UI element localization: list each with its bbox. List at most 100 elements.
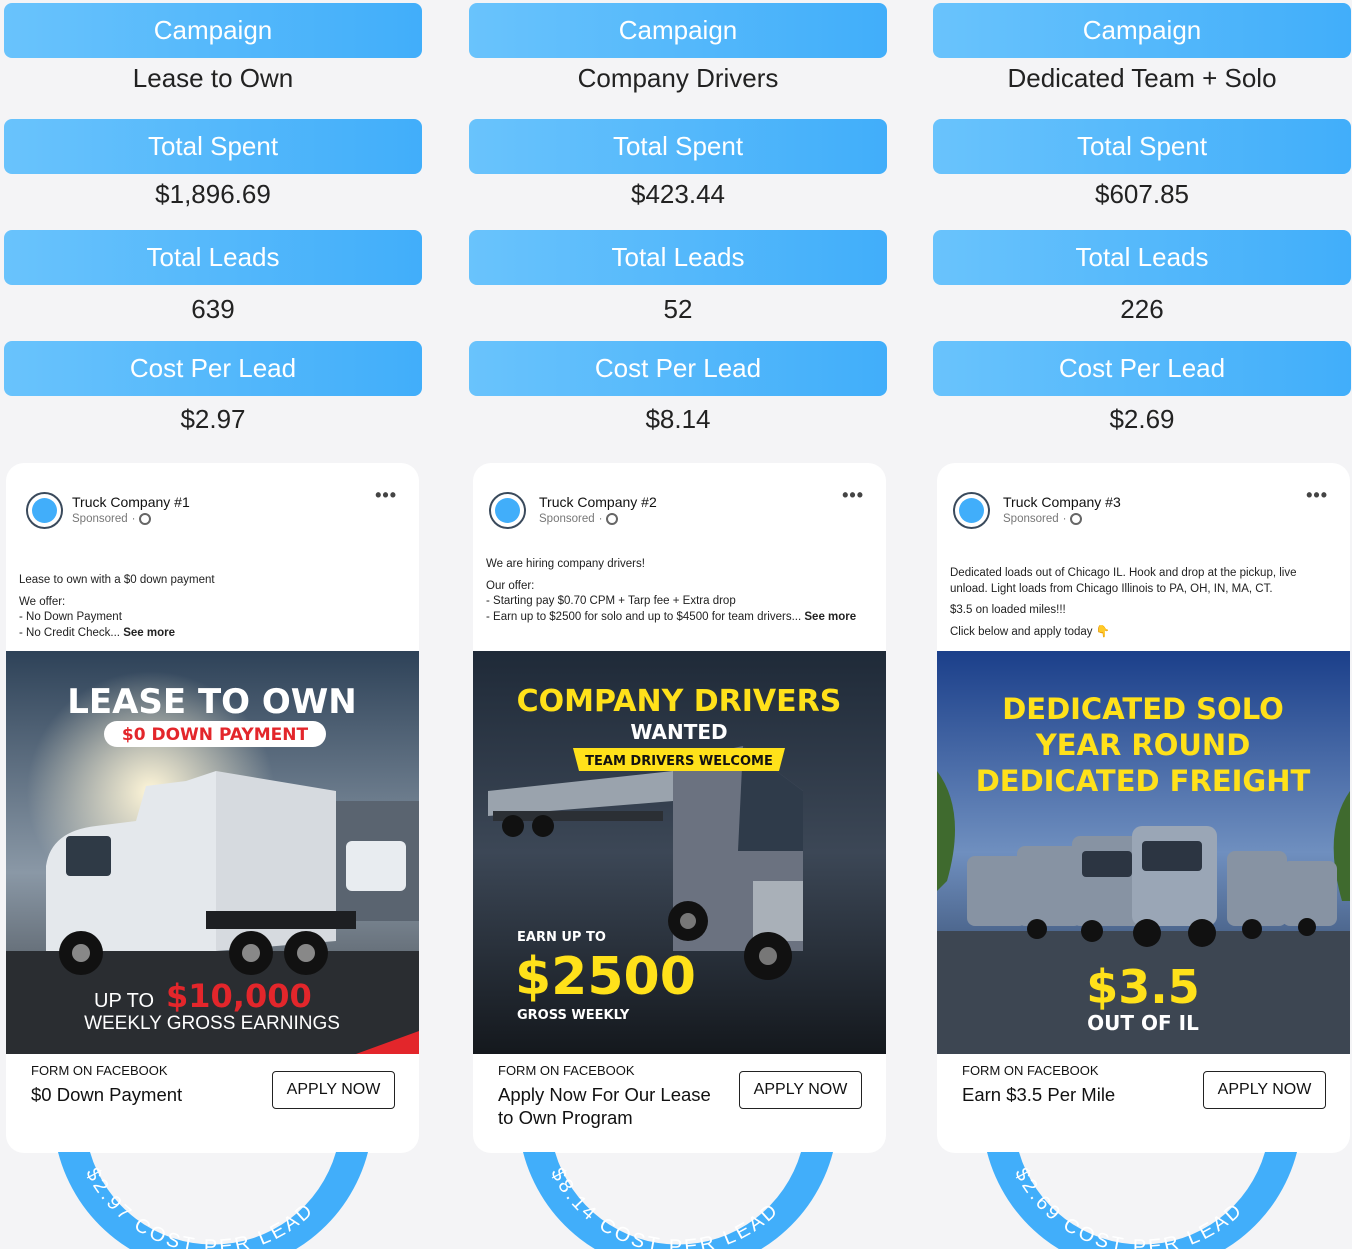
dot-separator: · (1062, 513, 1067, 525)
post-line: Our offer: (486, 579, 535, 592)
company-drivers-truck-image: COMPANY DRIVERS WANTED TEAM DRIVERS WELC… (473, 651, 886, 1054)
ad-headline: Apply Now For Our Lease to Own Program (498, 1084, 711, 1128)
post-line: - Starting pay $0.70 CPM + Tarp fee + Ex… (486, 595, 736, 607)
creative-subtitle: WANTED (630, 720, 727, 744)
creative-title: COMPANY DRIVERS (517, 684, 842, 719)
creative-amount: $3.5 (1086, 960, 1200, 1014)
globe-icon (606, 513, 619, 525)
total-leads-value: 52 (663, 294, 693, 324)
form-label: FORM ON FACEBOOK (498, 1063, 635, 1078)
creative-amount: $10,000 (166, 977, 312, 1015)
creative-upto: UP TO (94, 990, 154, 1012)
dot-separator: · (598, 513, 603, 525)
sponsored-label: Sponsored · (72, 513, 152, 525)
apply-now-button[interactable]: APPLY NOW (272, 1071, 395, 1109)
creative-footer: GROSS WEEKLY (517, 1008, 630, 1023)
creative-earn-label: EARN UP TO (517, 930, 606, 945)
total-spent-value: $423.44 (631, 179, 725, 209)
total-spent-value: $1,896.69 (155, 179, 271, 209)
cost-per-lead-header: Cost Per Lead (469, 341, 887, 396)
page-name[interactable]: Truck Company #2 (539, 494, 657, 510)
cost-per-lead-header: Cost Per Lead (4, 341, 422, 396)
globe-icon (1070, 513, 1083, 525)
sponsored-text: Sponsored (72, 513, 128, 525)
total-leads-value: 226 (1120, 294, 1164, 324)
total-spent-header: Total Spent (933, 119, 1351, 174)
creative-footer: OUT OF IL (1087, 1011, 1199, 1035)
creative-subtitle-2: DEDICATED FREIGHT (976, 764, 1311, 798)
total-leads-header: Total Leads (469, 230, 887, 285)
sponsored-label: Sponsored · (539, 513, 619, 525)
cost-per-lead-value: $2.97 (180, 404, 246, 434)
more-options-icon[interactable]: ••• (1306, 485, 1328, 506)
sponsored-text: Sponsored (539, 513, 595, 525)
cost-per-lead-badge: $8.14 COST PER LEAD (523, 1152, 833, 1249)
post-line: Lease to own with a $0 down payment (19, 574, 215, 586)
facebook-ad-card[interactable]: Truck Company #2 Sponsored · ••• We are … (473, 463, 886, 1153)
form-label: FORM ON FACEBOOK (962, 1063, 1099, 1078)
more-options-icon[interactable]: ••• (842, 485, 864, 506)
total-leads-value: 639 (191, 294, 235, 324)
facebook-ad-card[interactable]: Truck Company #1 Sponsored · ••• Lease t… (6, 463, 419, 1153)
page-name[interactable]: Truck Company #3 (1003, 494, 1121, 510)
creative-subtitle: $0 DOWN PAYMENT (122, 725, 309, 745)
post-line: - No Down Payment (19, 611, 122, 623)
campaign-column-3: Campaign Dedicated Team + Solo Total Spe… (929, 0, 1351, 1249)
ad-creative-image[interactable]: DEDICATED SOLO YEAR ROUND DEDICATED FREI… (937, 651, 1350, 1054)
creative-footer: WEEKLY GROSS EARNINGS (84, 1013, 340, 1034)
campaign-header: Campaign (933, 3, 1351, 58)
campaign-header: Campaign (4, 3, 422, 58)
cost-per-lead-header: Cost Per Lead (933, 341, 1351, 396)
campaign-header: Campaign (469, 3, 887, 58)
post-line: Click below and apply today 👇 (950, 625, 1111, 638)
globe-icon (139, 513, 152, 525)
post-text: We are hiring company drivers! Our offer… (486, 557, 872, 625)
ad-creative-image[interactable]: COMPANY DRIVERS WANTED TEAM DRIVERS WELC… (473, 651, 886, 1054)
apply-now-button[interactable]: APPLY NOW (1203, 1071, 1326, 1109)
page-avatar[interactable] (26, 492, 63, 529)
post-text: Dedicated loads out of Chicago IL. Hook … (950, 566, 1336, 640)
cost-per-lead-value: $2.69 (1109, 404, 1175, 434)
creative-banner: TEAM DRIVERS WELCOME (585, 754, 773, 769)
page-avatar[interactable] (489, 492, 526, 529)
campaign-name: Dedicated Team + Solo (1007, 63, 1277, 93)
sponsored-label: Sponsored · (1003, 513, 1083, 525)
apply-now-button[interactable]: APPLY NOW (739, 1071, 862, 1109)
post-line: We offer: (19, 595, 66, 608)
dot-separator: · (131, 513, 136, 525)
campaign-name: Lease to Own (132, 63, 294, 93)
creative-amount: $2500 (515, 947, 696, 1007)
cost-per-lead-badge: $2.69 COST PER LEAD (987, 1152, 1297, 1249)
cost-per-lead-badge: $2.97 COST PER LEAD (58, 1152, 368, 1249)
see-more-link[interactable]: See more (804, 611, 856, 623)
total-leads-header: Total Leads (933, 230, 1351, 285)
total-spent-header: Total Spent (469, 119, 887, 174)
dedicated-fleet-truck-image: DEDICATED SOLO YEAR ROUND DEDICATED FREI… (937, 651, 1350, 1054)
campaign-column-2: Campaign Company Drivers Total Spent $42… (465, 0, 887, 1249)
form-label: FORM ON FACEBOOK (31, 1063, 168, 1078)
cost-per-lead-value: $8.14 (645, 404, 711, 434)
see-more-link[interactable]: See more (123, 627, 175, 639)
ad-headline: $0 Down Payment (31, 1084, 183, 1105)
lease-to-own-truck-image: LEASE TO OWN $0 DOWN PAYMENT UP TO $10,0… (6, 651, 419, 1054)
creative-title: DEDICATED SOLO (1002, 692, 1284, 726)
creative-title: LEASE TO OWN (67, 682, 357, 722)
ad-headline: Earn $3.5 Per Mile (962, 1084, 1116, 1105)
total-spent-value: $607.85 (1095, 179, 1189, 209)
campaign-column-1: Campaign Lease to Own Total Spent $1,896… (0, 0, 422, 1249)
total-spent-header: Total Spent (4, 119, 422, 174)
campaign-name: Company Drivers (577, 63, 779, 93)
page-name[interactable]: Truck Company #1 (72, 494, 190, 510)
total-leads-header: Total Leads (4, 230, 422, 285)
ad-creative-image[interactable]: LEASE TO OWN $0 DOWN PAYMENT UP TO $10,0… (6, 651, 419, 1054)
page-avatar[interactable] (953, 492, 990, 529)
more-options-icon[interactable]: ••• (375, 485, 397, 506)
post-text: Lease to own with a $0 down payment We o… (19, 573, 405, 641)
creative-subtitle: YEAR ROUND (1035, 728, 1251, 762)
post-line: Dedicated loads out of Chicago IL. Hook … (950, 567, 1297, 595)
sponsored-text: Sponsored (1003, 513, 1059, 525)
post-line: We are hiring company drivers! (486, 558, 645, 570)
post-line: $3.5 on loaded miles!!! (950, 604, 1066, 616)
post-line: - Earn up to $2500 for solo and up to $4… (486, 610, 857, 623)
facebook-ad-card[interactable]: Truck Company #3 Sponsored · ••• Dedicat… (937, 463, 1350, 1153)
